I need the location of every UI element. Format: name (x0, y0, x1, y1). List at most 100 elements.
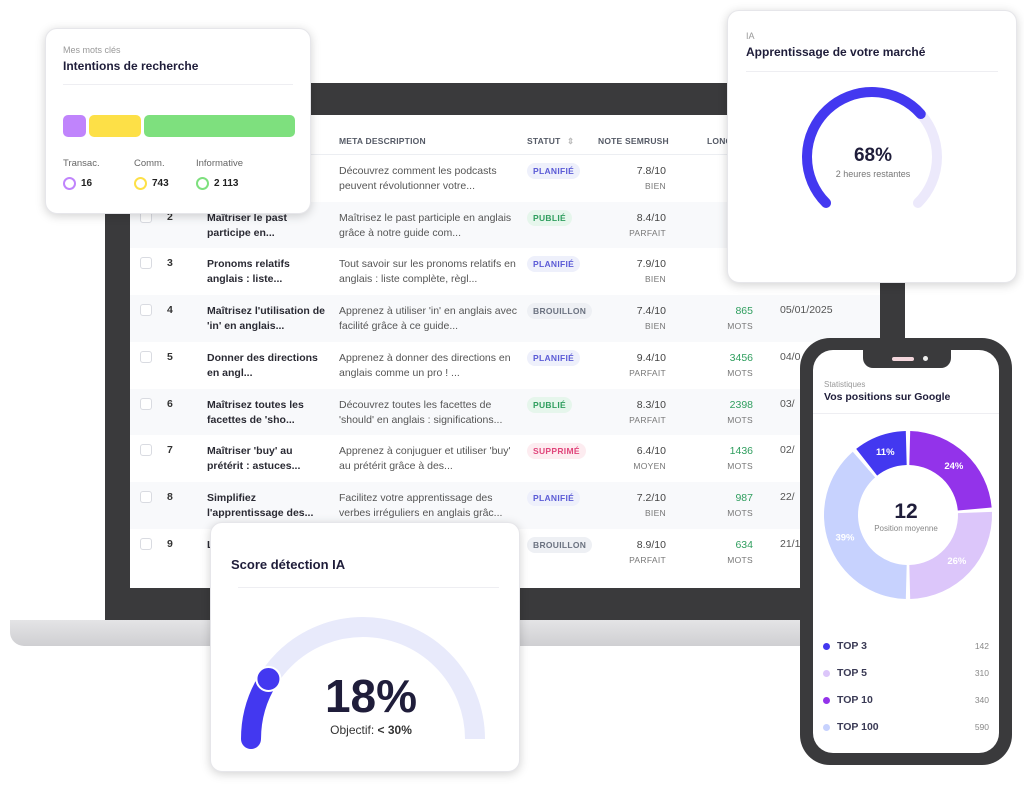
article-title[interactable]: Maîtrisez l'utilisation de 'in' en angla… (207, 304, 327, 334)
legend-label: TOP 5 (837, 667, 867, 679)
header-score[interactable]: NOTE SEMRUSH (598, 136, 669, 146)
word-count: 865 MOTS (727, 304, 753, 334)
legend-label: Informative (196, 158, 243, 169)
time-remaining: 2 heures restantes (835, 169, 911, 179)
row-number: 5 (167, 350, 173, 363)
phone-frame: Statistiques Vos positions sur Google 24… (800, 338, 1012, 765)
legend-value: 340 (974, 695, 989, 705)
comm-bar (89, 115, 141, 137)
semrush-score: 9.4/10 PARFAIT (629, 351, 666, 381)
table-row[interactable]: 7 Maîtriser 'buy' au prétérit : astuces..… (130, 435, 880, 482)
word-unit: MOTS (727, 461, 753, 472)
meta-description: Tout savoir sur les pronoms relatifs en … (339, 258, 516, 286)
status-badge: PLANIFIÉ (527, 256, 581, 273)
status-badge: PUBLIÉ (527, 209, 572, 226)
status-badge: PLANIFIÉ (527, 489, 581, 506)
word-count: 987 MOTS (727, 491, 753, 521)
positions-donut: 24% 26% 39% 11% (824, 431, 992, 599)
article-title[interactable]: Maîtriser 'buy' au prétérit : astuces... (207, 444, 327, 474)
meta-description: Apprenez à utiliser 'in' en anglais avec… (339, 305, 517, 333)
meta-description: Découvrez toutes les facettes de 'should… (339, 398, 503, 426)
header-status[interactable]: STATUT (527, 136, 560, 146)
meta-description: Apprenez à conjuguer et utiliser 'buy' a… (339, 445, 511, 473)
score-grade: BIEN (644, 321, 666, 332)
dot-icon (823, 642, 830, 650)
meta-description: Maîtrisez le past participle en anglais … (339, 211, 512, 239)
row-checkbox[interactable] (140, 304, 152, 317)
dot-icon (823, 696, 830, 704)
circle-icon (196, 177, 209, 190)
date: 02/ (780, 444, 795, 457)
word-count: 634 MOTS (727, 538, 753, 568)
status-badge: PLANIFIÉ (527, 163, 581, 179)
legend-value: 16 (81, 178, 93, 189)
date: 21/1 (780, 537, 801, 550)
table-row[interactable]: 6 Maîtrisez toutes les facettes de 'sho..… (130, 388, 880, 436)
status-badge: SUPPRIMÉ (527, 443, 586, 460)
score-grade: PARFAIT (629, 414, 666, 425)
article-title[interactable]: Simplifiez l'apprentissage des... (207, 491, 327, 521)
search-intent-card: Mes mots clés Intentions de recherche Tr… (45, 28, 311, 214)
segment-label: 11% (876, 447, 895, 458)
row-checkbox[interactable] (140, 350, 152, 363)
semrush-score: 8.9/10 PARFAIT (629, 538, 666, 568)
score-grade: BIEN (644, 507, 666, 518)
row-number: 8 (167, 490, 173, 503)
row-number: 6 (167, 397, 173, 410)
score-grade: PARFAIT (629, 227, 666, 238)
legend-item[interactable]: TOP 3 142 (823, 640, 989, 652)
table-row[interactable]: 5 Donner des directions en angl... Apprene… (130, 342, 880, 389)
semrush-score: 8.3/10 PARFAIT (629, 398, 666, 428)
word-unit: MOTS (727, 321, 753, 332)
legend-value: 743 (152, 178, 169, 189)
legend-value: 2 113 (214, 178, 239, 189)
article-title[interactable]: Donner des directions en angl... (207, 351, 327, 381)
article-title[interactable]: Maîtrisez toutes les facettes de 'sho... (207, 398, 327, 428)
status-badge: PUBLIÉ (527, 396, 572, 413)
card-kicker: Mes mots clés (63, 45, 121, 55)
circle-icon (134, 177, 147, 190)
legend-item[interactable]: TOP 100 590 (823, 721, 989, 733)
article-title[interactable]: Pronoms relatifs anglais : liste... (207, 257, 327, 287)
semrush-score: 7.4/10 BIEN (637, 304, 666, 334)
phone-screen: Statistiques Vos positions sur Google 24… (813, 350, 999, 753)
row-checkbox[interactable] (140, 397, 152, 410)
sort-icon[interactable]: ⇕ (567, 136, 574, 147)
legend-item[interactable]: TOP 5 310 (823, 667, 989, 679)
word-unit: MOTS (727, 367, 753, 378)
semrush-score: 7.8/10 BIEN (637, 164, 666, 194)
legend-label: TOP 100 (837, 721, 879, 733)
article-title[interactable]: Maîtriser le past participe en... (207, 211, 327, 241)
word-count: 2398 MOTS (727, 398, 753, 428)
legend-value: 310 (974, 668, 989, 678)
semrush-score: 7.2/10 BIEN (637, 491, 666, 521)
date: 04/0 (780, 350, 801, 363)
word-unit: MOTS (727, 414, 753, 425)
legend-item[interactable]: TOP 10 340 (823, 694, 989, 706)
row-checkbox[interactable] (140, 444, 152, 457)
semrush-score: 7.9/10 BIEN (637, 257, 666, 287)
progress-percent: 68% (853, 145, 893, 166)
average-position: 12 (894, 500, 918, 523)
informative-bar (144, 115, 295, 137)
row-checkbox[interactable] (140, 490, 152, 503)
segment-label: 39% (835, 533, 855, 544)
row-number: 9 (167, 537, 173, 550)
legend-value: 142 (974, 641, 989, 651)
market-learning-card: IA Apprentissage de votre marché 68% 2 h… (727, 10, 1017, 283)
row-checkbox[interactable] (140, 537, 152, 550)
legend-label: Comm. (134, 158, 165, 169)
legend-value: 590 (974, 722, 989, 732)
header-meta: META DESCRIPTION (339, 136, 426, 146)
status-badge: PLANIFIÉ (527, 349, 581, 366)
status-badge: BROUILLON (527, 536, 593, 553)
semrush-score: 8.4/10 PARFAIT (629, 211, 666, 241)
objective: Objectif: < 30% (330, 723, 412, 737)
row-number: 3 (167, 257, 173, 270)
date: 05/01/2025 (780, 304, 833, 317)
row-number: 4 (167, 304, 173, 317)
meta-description: Découvrez comment les podcasts peuvent r… (339, 165, 497, 192)
row-number: 7 (167, 444, 173, 457)
table-row[interactable]: 4 Maîtrisez l'utilisation de 'in' en angl… (130, 295, 880, 342)
row-checkbox[interactable] (140, 257, 152, 270)
